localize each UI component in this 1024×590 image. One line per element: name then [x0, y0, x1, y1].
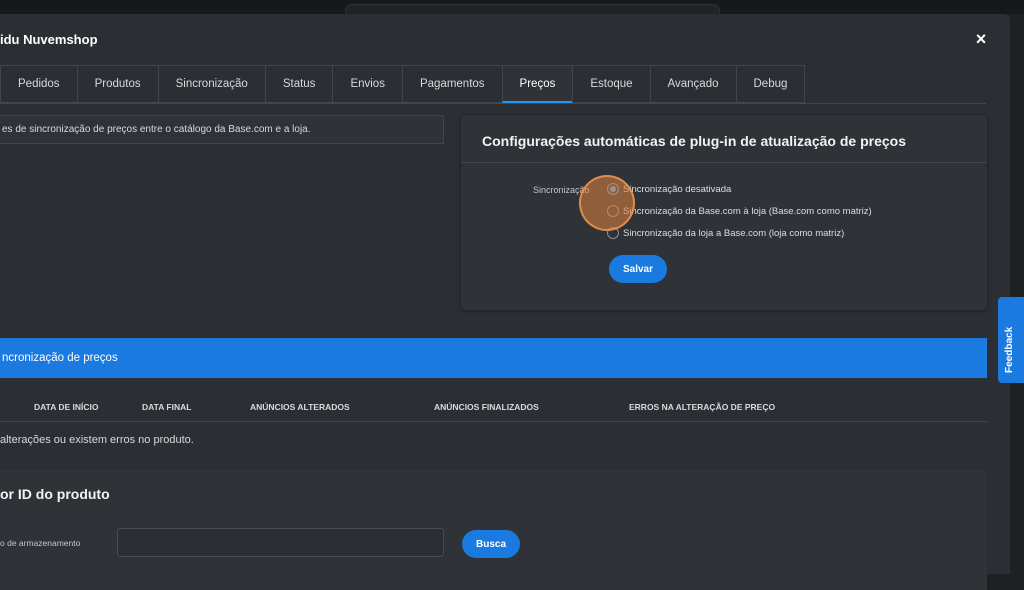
- column-header: ANÚNCIOS ALTERADOS: [250, 402, 350, 412]
- app-top-bar: [0, 0, 1024, 18]
- storage-id-input[interactable]: [117, 528, 444, 557]
- config-card-title: Configurações automáticas de plug-in de …: [482, 133, 906, 149]
- feedback-label: Feedback: [1004, 326, 1015, 373]
- radio-label: Sincronização desativada: [623, 183, 732, 195]
- tab-debug[interactable]: Debug: [735, 65, 806, 103]
- column-header: ERROS NA ALTERAÇÃO DE PREÇO: [629, 402, 776, 412]
- empty-table-message: alterações ou existem erros no produto.: [0, 434, 194, 446]
- modal-title: idu Nuvemshop: [0, 32, 98, 47]
- storage-field-label: o de armazenamento: [0, 538, 81, 548]
- search-by-product-card: or ID do produto o de armazenamento Busc…: [0, 470, 987, 590]
- integration-modal: idu Nuvemshop × Pedidos Produtos Sincron…: [0, 14, 1010, 590]
- radio-button[interactable]: [607, 227, 619, 239]
- save-button[interactable]: Salvar: [609, 255, 667, 283]
- tab-produtos[interactable]: Produtos: [76, 65, 158, 103]
- radio-button[interactable]: [607, 183, 619, 195]
- radio-sync-base-to-store[interactable]: Sincronização da Base.com à loja (Base.c…: [607, 205, 872, 217]
- tab-pedidos[interactable]: Pedidos: [0, 65, 77, 103]
- sync-field-label: Sincronização: [533, 185, 590, 195]
- card-divider: [461, 162, 987, 163]
- price-sync-config-card: Configurações automáticas de plug-in de …: [461, 115, 987, 310]
- radio-label: Sincronização da Base.com à loja (Base.c…: [623, 205, 872, 217]
- column-header: ANÚNCIOS FINALIZADOS: [434, 402, 539, 412]
- column-header: DATA FINAL: [142, 402, 192, 412]
- tab-envios[interactable]: Envios: [332, 65, 402, 103]
- tab-avancado[interactable]: Avançado: [649, 65, 736, 103]
- price-sync-history-header: ncronização de preços: [0, 338, 987, 378]
- radio-sync-store-to-base[interactable]: Sincronização da loja a Base.com (loja c…: [607, 227, 844, 239]
- tab-bar: Pedidos Produtos Sincronização Status En…: [0, 65, 806, 103]
- tab-pagamentos[interactable]: Pagamentos: [401, 65, 502, 103]
- history-table-header: DATA DE INÍCIO DATA FINAL ANÚNCIOS ALTER…: [0, 399, 987, 421]
- tab-divider: [0, 103, 986, 104]
- close-icon[interactable]: ×: [972, 30, 990, 48]
- tab-estoque[interactable]: Estoque: [572, 65, 650, 103]
- search-card-title: or ID do produto: [0, 486, 110, 502]
- table-divider: [0, 421, 987, 422]
- tab-sincronizacao[interactable]: Sincronização: [157, 65, 265, 103]
- search-button[interactable]: Busca: [462, 530, 520, 558]
- feedback-tab[interactable]: Feedback: [998, 297, 1024, 383]
- radio-sync-disabled[interactable]: Sincronização desativada: [607, 183, 731, 195]
- tab-status[interactable]: Status: [264, 65, 333, 103]
- price-sync-description: es de sincronização de preços entre o ca…: [0, 115, 444, 144]
- column-header: DATA DE INÍCIO: [34, 402, 99, 412]
- radio-label: Sincronização da loja a Base.com (loja c…: [623, 227, 845, 239]
- tab-precos[interactable]: Preços: [501, 65, 573, 103]
- radio-button[interactable]: [607, 205, 619, 217]
